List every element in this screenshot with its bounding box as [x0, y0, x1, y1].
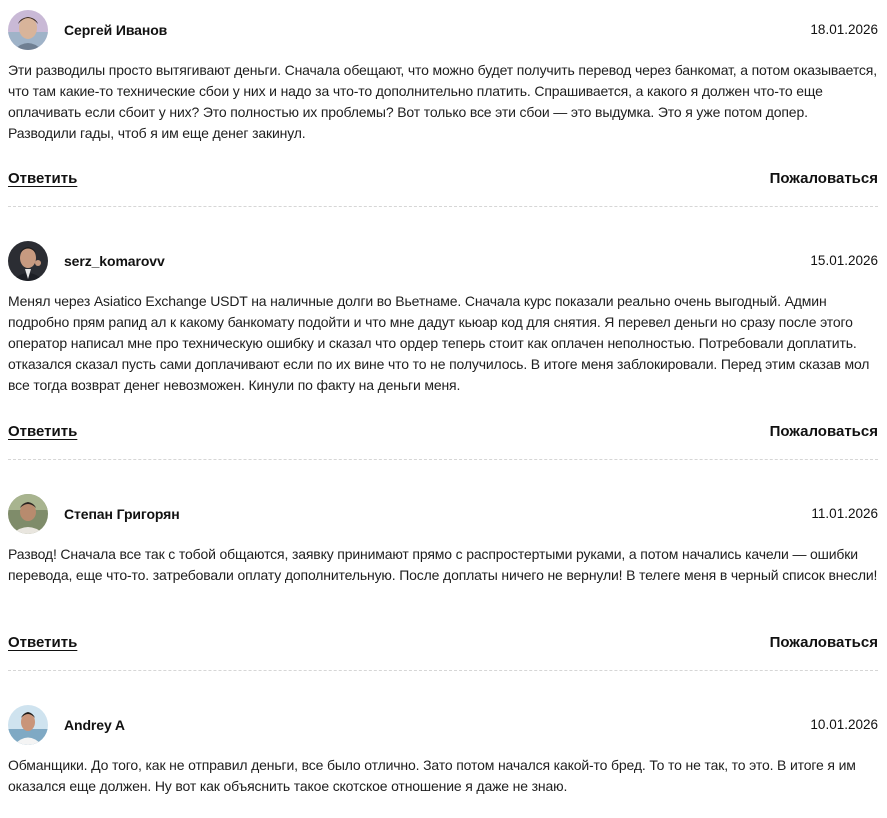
comment-header: Andrey A 10.01.2026 — [8, 705, 878, 745]
comment-actions: Ответить Пожаловаться — [8, 634, 878, 656]
author-name: Andrey A — [64, 717, 125, 733]
comment-text: Обманщики. До того, как не отправил день… — [8, 757, 856, 794]
divider — [8, 459, 878, 460]
divider — [8, 206, 878, 207]
avatar[interactable] — [8, 494, 48, 534]
comment-date: 18.01.2026 — [810, 22, 878, 37]
reply-button[interactable]: Ответить — [8, 170, 77, 187]
comment-header: serz_komarovv 15.01.2026 — [8, 241, 878, 281]
comment-header: Степан Григорян 11.01.2026 — [8, 494, 878, 534]
comment: serz_komarovv 15.01.2026 Менял через Asi… — [8, 241, 878, 396]
report-button[interactable]: Пожаловаться — [770, 423, 878, 440]
reply-button[interactable]: Ответить — [8, 634, 77, 651]
comment: Степан Григорян 11.01.2026 Развод! Снача… — [8, 494, 878, 586]
author-name: Сергей Иванов — [64, 22, 168, 38]
report-button[interactable]: Пожаловаться — [770, 634, 878, 651]
comment-date: 15.01.2026 — [810, 253, 878, 268]
divider — [8, 670, 878, 671]
avatar[interactable] — [8, 705, 48, 745]
reply-button[interactable]: Ответить — [8, 423, 77, 440]
comment-actions: Ответить Пожаловаться — [8, 423, 878, 445]
comment: Сергей Иванов 18.01.2026 Эти разводилы п… — [8, 10, 878, 144]
comment-text: Менял через Asiatico Exchange USDT на на… — [8, 293, 870, 393]
author-name: Степан Григорян — [64, 506, 180, 522]
comment-date: 10.01.2026 — [810, 717, 878, 732]
avatar[interactable] — [8, 241, 48, 281]
comment-text: Развод! Сначала все так с тобой общаются… — [8, 546, 878, 583]
author-name: serz_komarovv — [64, 253, 165, 269]
comment-text: Эти разводилы просто вытягивают деньги. … — [8, 62, 877, 141]
avatar[interactable] — [8, 10, 48, 50]
comment-header: Сергей Иванов 18.01.2026 — [8, 10, 878, 50]
report-button[interactable]: Пожаловаться — [770, 170, 878, 187]
comment-date: 11.01.2026 — [811, 506, 878, 521]
comment-actions: Ответить Пожаловаться — [8, 170, 878, 192]
comment: Andrey A 10.01.2026 Обманщики. До того, … — [8, 705, 878, 797]
